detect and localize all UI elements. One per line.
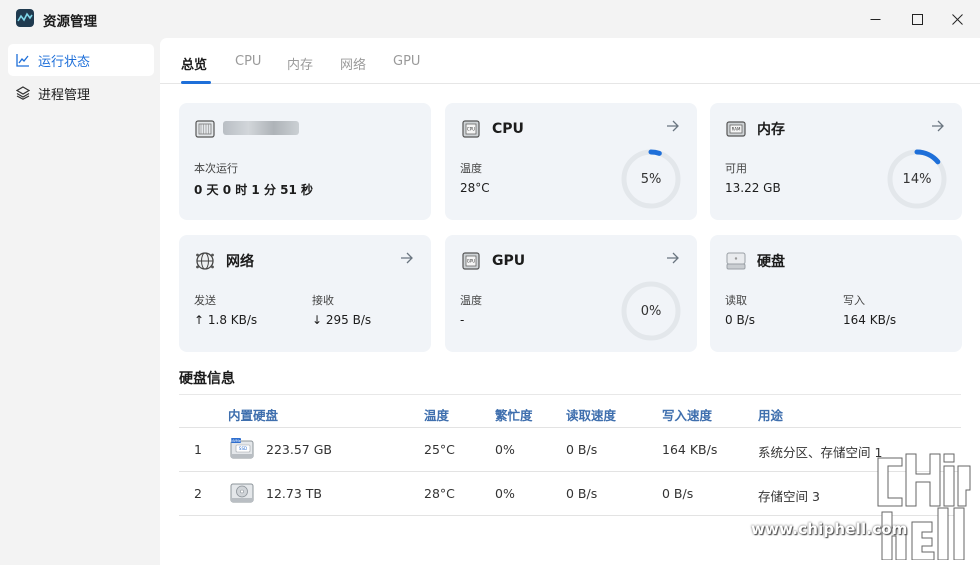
disk-size: 223.57 GB bbox=[266, 442, 332, 457]
sidebar-item-status[interactable]: 运行状态 bbox=[8, 44, 154, 76]
tab-memory[interactable]: 内存 bbox=[287, 54, 313, 73]
cpu-temp-label: 温度 bbox=[460, 162, 482, 175]
uptime-value: 0 天 0 时 1 分 51 秒 bbox=[194, 183, 313, 197]
globe-icon bbox=[194, 250, 216, 272]
disk-temp: 28°C bbox=[424, 486, 455, 501]
column-header[interactable]: 繁忙度 bbox=[495, 405, 533, 424]
app-logo-icon bbox=[16, 9, 34, 27]
disk-info-title: 硬盘信息 bbox=[179, 371, 235, 387]
svg-text:CPU: CPU bbox=[467, 127, 475, 132]
disk-write-label: 写入 bbox=[843, 294, 865, 307]
tab-cpu[interactable]: CPU bbox=[235, 54, 261, 69]
chiphell-watermark-logo bbox=[877, 453, 971, 560]
sidebar: 运行状态 进程管理 bbox=[0, 38, 160, 565]
gpu-temp-value: - bbox=[460, 313, 465, 327]
disk-usage: 存储空间 3 bbox=[758, 489, 820, 504]
network-recv-label: 接收 bbox=[312, 294, 334, 307]
column-header[interactable]: 温度 bbox=[424, 405, 449, 424]
table-header: 内置硬盘 温度 繁忙度 读取速度 写入速度 用途 bbox=[179, 394, 961, 428]
active-tab-indicator bbox=[181, 81, 211, 84]
svg-text:NVMe: NVMe bbox=[231, 439, 241, 443]
disk-read-value: 0 B/s bbox=[725, 313, 755, 327]
tab-bar: 总览 CPU 内存 网络 GPU bbox=[160, 38, 980, 84]
svg-text:RAM: RAM bbox=[732, 127, 741, 132]
memory-avail-value: 13.22 GB bbox=[725, 181, 781, 195]
network-card-title: 网络 bbox=[226, 254, 254, 270]
disk-size: 12.73 TB bbox=[266, 486, 322, 501]
cpu-chip-icon: CPU bbox=[460, 118, 482, 140]
disk-read-label: 读取 bbox=[725, 294, 747, 307]
line-chart-icon bbox=[16, 53, 30, 67]
disk-write-value: 164 KB/s bbox=[843, 313, 897, 327]
maximize-icon bbox=[911, 13, 923, 25]
table-row[interactable]: 2 12.73 TB 28°C 0% 0 B/s 0 B/s 存储空间 3 bbox=[179, 472, 961, 516]
motherboard-icon bbox=[194, 118, 216, 140]
tab-network[interactable]: 网络 bbox=[340, 54, 366, 73]
hdd-icon bbox=[230, 483, 254, 503]
arrow-right-icon[interactable] bbox=[666, 119, 680, 133]
disk-write-speed: 164 KB/s bbox=[662, 442, 718, 457]
disk-write-speed: 0 B/s bbox=[662, 486, 694, 501]
disk-card-title: 硬盘 bbox=[757, 254, 785, 270]
svg-text:SSD: SSD bbox=[239, 446, 247, 451]
system-card: 本次运行 0 天 0 时 1 分 51 秒 bbox=[179, 103, 431, 220]
hard-drive-icon bbox=[725, 250, 747, 272]
sidebar-item-label: 进程管理 bbox=[38, 87, 91, 103]
gpu-usage-text: 0% bbox=[640, 304, 662, 319]
memory-avail-label: 可用 bbox=[725, 162, 747, 175]
tab-gpu[interactable]: GPU bbox=[393, 54, 420, 69]
disk-busy: 0% bbox=[495, 486, 515, 501]
row-index: 1 bbox=[194, 442, 202, 457]
hostname-redacted bbox=[223, 121, 299, 135]
layers-icon bbox=[16, 86, 30, 100]
row-index: 2 bbox=[194, 486, 202, 501]
cpu-usage-text: 5% bbox=[640, 172, 662, 187]
memory-card[interactable]: RAM 内存 可用 13.22 GB 14% bbox=[710, 103, 962, 220]
sidebar-item-label: 运行状态 bbox=[38, 54, 91, 70]
disk-temp: 25°C bbox=[424, 442, 455, 457]
column-header[interactable]: 写入速度 bbox=[662, 405, 712, 424]
close-icon bbox=[951, 13, 963, 25]
svg-text:GPU: GPU bbox=[467, 259, 476, 264]
arrow-right-icon[interactable] bbox=[400, 251, 414, 265]
gpu-chip-icon: GPU bbox=[460, 250, 482, 272]
ram-icon: RAM bbox=[725, 118, 747, 140]
arrow-right-icon[interactable] bbox=[666, 251, 680, 265]
cpu-temp-value: 28°C bbox=[460, 181, 490, 195]
sidebar-item-processes[interactable]: 进程管理 bbox=[8, 77, 154, 109]
column-header[interactable]: 内置硬盘 bbox=[228, 405, 278, 424]
network-send-label: 发送 bbox=[194, 294, 216, 307]
app-title: 资源管理 bbox=[43, 14, 97, 30]
memory-card-title: 内存 bbox=[757, 122, 785, 138]
disk-read-speed: 0 B/s bbox=[566, 442, 598, 457]
minimize-button[interactable] bbox=[852, 0, 898, 38]
disk-read-speed: 0 B/s bbox=[566, 486, 598, 501]
gpu-card[interactable]: GPU GPU 温度 - 0% bbox=[445, 235, 697, 352]
gpu-temp-label: 温度 bbox=[460, 294, 482, 307]
disk-usage: 系统分区、存储空间 1 bbox=[758, 445, 883, 460]
table-row[interactable]: 1 NVMe SSD 223.57 GB 25°C 0% 0 B/s 164 K… bbox=[179, 428, 961, 472]
tab-overview[interactable]: 总览 bbox=[181, 54, 207, 73]
network-card[interactable]: 网络 发送 ↑ 1.8 KB/s 接收 ↓ 295 B/s bbox=[179, 235, 431, 352]
uptime-label: 本次运行 bbox=[194, 162, 238, 175]
minimize-icon bbox=[870, 18, 880, 20]
disk-card[interactable]: 硬盘 读取 0 B/s 写入 164 KB/s bbox=[710, 235, 962, 352]
network-send-value: ↑ 1.8 KB/s bbox=[194, 313, 258, 327]
column-header[interactable]: 用途 bbox=[758, 405, 783, 424]
watermark-text: www.chiphell.com bbox=[751, 520, 908, 538]
memory-usage-text: 14% bbox=[902, 172, 932, 187]
nvme-ssd-icon: NVMe SSD bbox=[230, 438, 254, 459]
close-button[interactable] bbox=[934, 0, 980, 38]
gpu-card-title: GPU bbox=[492, 253, 526, 269]
network-recv-value: ↓ 295 B/s bbox=[312, 313, 372, 327]
cpu-card-title: CPU bbox=[492, 121, 524, 137]
disk-busy: 0% bbox=[495, 442, 515, 457]
cpu-card[interactable]: CPU CPU 温度 28°C 5% bbox=[445, 103, 697, 220]
arrow-right-icon[interactable] bbox=[931, 119, 945, 133]
main-panel: 总览 CPU 内存 网络 GPU 本次运行 0 天 0 时 1 分 51 秒 C… bbox=[160, 38, 980, 565]
title-bar: 资源管理 bbox=[0, 0, 980, 38]
column-header[interactable]: 读取速度 bbox=[566, 405, 616, 424]
